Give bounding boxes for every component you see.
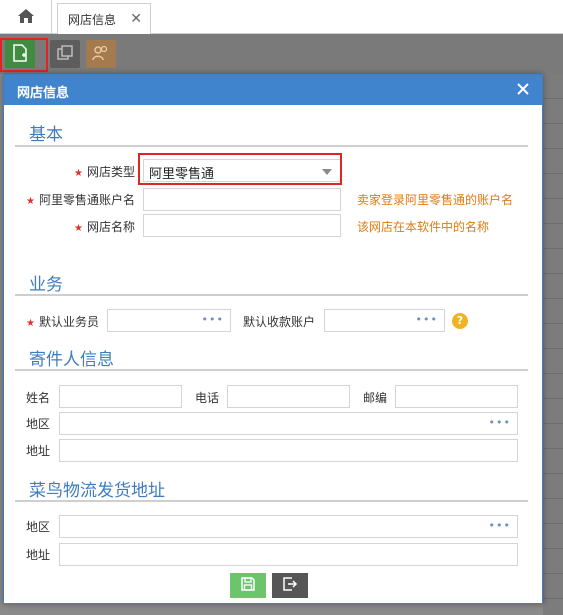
sender-region-input[interactable]: •••	[59, 412, 518, 435]
shop-name-hint: 该网店在本软件中的名称	[357, 220, 490, 234]
receive-account-input[interactable]: •••	[324, 309, 445, 332]
dialog-close-icon[interactable]	[512, 78, 534, 100]
section-divider	[15, 145, 528, 147]
shop-name-label: ★ 网店名称	[74, 220, 135, 234]
more-icon[interactable]: •••	[416, 313, 438, 326]
section-title-business: 业务	[29, 275, 63, 295]
salesperson-label: ★ 默认业务员	[26, 315, 99, 329]
exit-button[interactable]	[272, 573, 308, 598]
section-divider	[15, 369, 528, 371]
sender-name-input[interactable]	[59, 385, 182, 408]
account-hint: 卖家登录阿里零售通的账户名	[357, 193, 514, 207]
tab-shop-info[interactable]: 网店信息 ✕	[57, 3, 151, 34]
home-button[interactable]	[0, 0, 52, 34]
exit-icon	[282, 576, 298, 595]
account-input[interactable]	[143, 188, 341, 211]
background-grid	[543, 74, 563, 615]
section-title-basic: 基本	[29, 125, 63, 145]
section-title-sender: 寄件人信息	[29, 350, 114, 370]
section-title-cainiao: 菜鸟物流发货地址	[29, 481, 165, 501]
copy-icon	[56, 44, 74, 65]
dialog-header: 网店信息	[4, 75, 542, 105]
sender-zip-label: 邮编	[363, 391, 388, 405]
sender-name-label: 姓名	[26, 391, 51, 405]
sender-phone-label: 电话	[195, 391, 220, 405]
tab-close-icon[interactable]: ✕	[130, 11, 142, 27]
cainiao-region-input[interactable]: •••	[59, 515, 518, 538]
dialog-title: 网店信息	[17, 86, 70, 101]
copy-button[interactable]	[50, 40, 80, 68]
user-button[interactable]	[86, 40, 116, 68]
receive-account-label: 默认收款账户	[243, 315, 316, 329]
more-icon[interactable]: •••	[489, 416, 511, 429]
required-star-icon: ★	[74, 223, 83, 234]
more-icon[interactable]: •••	[202, 313, 224, 326]
cainiao-region-label: 地区	[26, 520, 51, 534]
section-divider	[15, 294, 528, 296]
shop-info-dialog: 网店信息 基本 ★ 网店类型 阿里零售通 ★ 阿里零售通账户名 卖家登录阿里零售通的…	[3, 74, 543, 604]
tab-bar: 网店信息 ✕	[0, 0, 563, 34]
sender-address-input[interactable]	[59, 439, 518, 462]
cainiao-address-label: 地址	[26, 548, 51, 562]
shop-name-input[interactable]	[143, 214, 341, 237]
required-star-icon: ★	[26, 318, 35, 329]
sender-phone-input[interactable]	[227, 385, 350, 408]
more-icon[interactable]: •••	[489, 519, 511, 532]
account-label: ★ 阿里零售通账户名	[26, 193, 135, 207]
help-icon[interactable]: ?	[452, 313, 468, 329]
required-star-icon: ★	[26, 196, 35, 207]
sender-address-label: 地址	[26, 444, 51, 458]
salesperson-input[interactable]: •••	[107, 309, 231, 332]
sender-zip-input[interactable]	[395, 385, 518, 408]
cainiao-address-input[interactable]	[59, 543, 518, 566]
save-icon	[240, 576, 256, 595]
users-icon	[91, 44, 111, 65]
shop-type-highlight	[138, 153, 342, 185]
shop-type-label: ★ 网店类型	[74, 165, 135, 179]
save-button[interactable]	[230, 573, 266, 598]
sender-region-label: 地区	[26, 417, 51, 431]
section-divider	[15, 500, 528, 502]
home-icon	[17, 8, 35, 27]
add-button-highlight	[0, 38, 48, 72]
toolbar	[0, 34, 563, 74]
tab-label: 网店信息	[68, 12, 117, 27]
required-star-icon: ★	[74, 168, 83, 179]
